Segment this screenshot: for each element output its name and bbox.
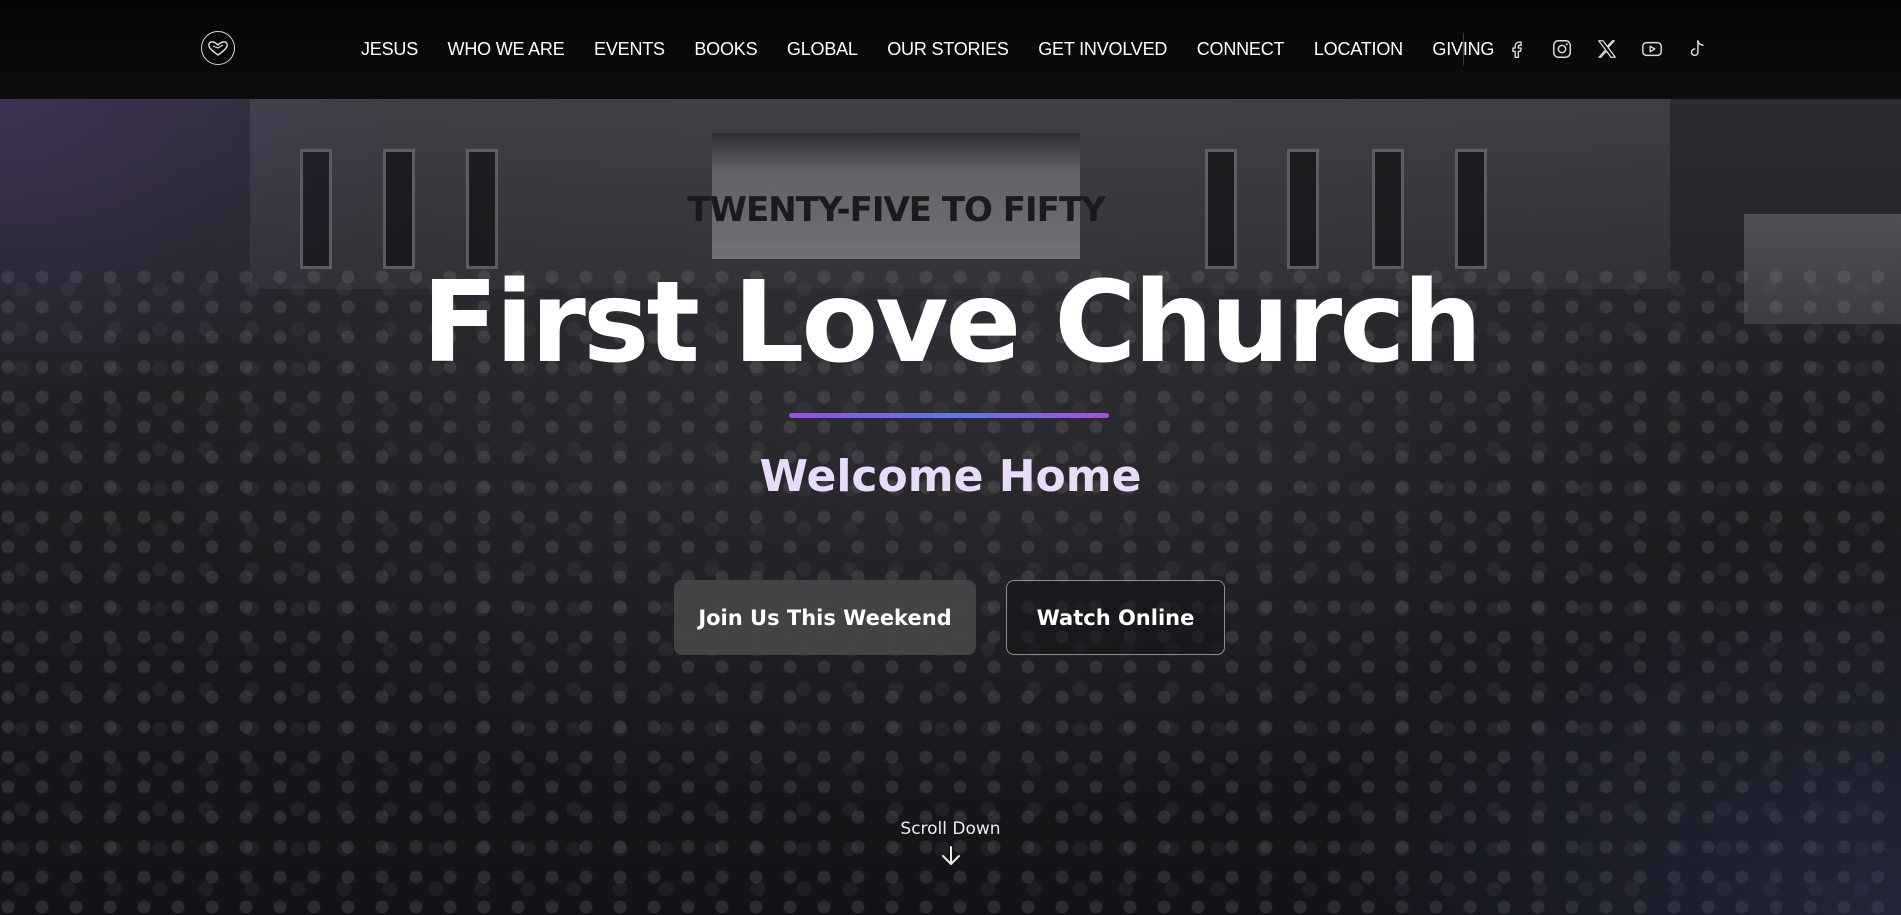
hero-subtitle: Welcome Home	[759, 451, 1142, 502]
x-twitter-icon[interactable]	[1595, 37, 1619, 61]
social-links	[1505, 37, 1709, 61]
youtube-icon[interactable]	[1640, 37, 1664, 61]
scroll-down-link[interactable]: Scroll Down	[0, 819, 1901, 867]
nav-link-events[interactable]: EVENTS	[594, 39, 665, 60]
facebook-icon[interactable]	[1505, 37, 1529, 61]
page: JESUS WHO WE ARE EVENTS BOOKS GLOBAL OUR…	[0, 0, 1901, 915]
hero-title: First Love Church	[421, 258, 1483, 388]
nav-divider	[1463, 33, 1464, 65]
nav-link-our-stories[interactable]: OUR STORIES	[887, 39, 1009, 60]
nav-link-who-we-are[interactable]: WHO WE ARE	[448, 39, 565, 60]
nav-link-global[interactable]: GLOBAL	[787, 39, 858, 60]
instagram-icon[interactable]	[1550, 37, 1574, 61]
nav-link-jesus[interactable]: JESUS	[361, 39, 418, 60]
top-navbar: JESUS WHO WE ARE EVENTS BOOKS GLOBAL OUR…	[0, 0, 1901, 99]
join-us-button[interactable]: Join Us This Weekend	[674, 580, 976, 655]
title-underline	[789, 413, 1109, 418]
hero-section: TWENTY-FIVE TO FIFTY First Love Church W…	[0, 99, 1901, 915]
nav-link-location[interactable]: LOCATION	[1314, 39, 1403, 60]
nav-link-get-involved[interactable]: GET INVOLVED	[1038, 39, 1167, 60]
nav-link-books[interactable]: BOOKS	[694, 39, 757, 60]
scroll-down-label: Scroll Down	[900, 819, 1001, 839]
watch-online-button[interactable]: Watch Online	[1006, 580, 1225, 655]
main-nav: JESUS WHO WE ARE EVENTS BOOKS GLOBAL OUR…	[361, 0, 1524, 99]
arrow-down-icon	[941, 846, 960, 865]
tiktok-icon[interactable]	[1685, 37, 1709, 61]
nav-link-connect[interactable]: CONNECT	[1197, 39, 1285, 60]
hero-content: First Love Church Welcome Home Join Us T…	[0, 99, 1901, 915]
church-logo-icon[interactable]	[201, 31, 235, 65]
